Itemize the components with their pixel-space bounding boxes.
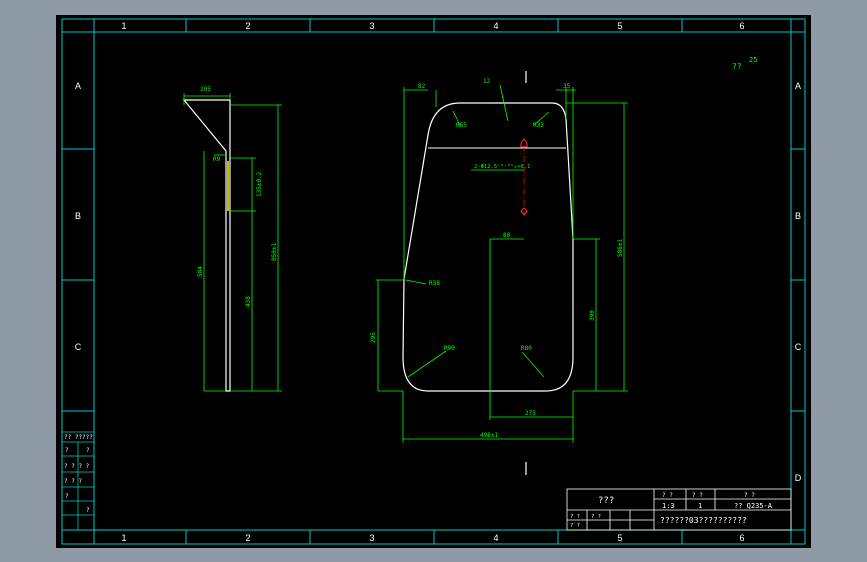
side-dim-top: 105 bbox=[200, 86, 211, 93]
title-block-drawing-title: ??????03?????????? bbox=[660, 516, 747, 525]
col-label-2: 2 bbox=[245, 21, 250, 31]
col-label-5: 5 bbox=[617, 21, 622, 31]
col-label-1: 1 bbox=[121, 21, 126, 31]
left-table-cell-0: ?? ????? bbox=[64, 434, 93, 441]
left-table-cell-6: ? bbox=[86, 507, 90, 514]
col-label-4-bottom: 4 bbox=[493, 533, 498, 543]
col-label-5-bottom: 5 bbox=[617, 533, 622, 543]
left-table-cell-5: ? bbox=[65, 493, 69, 500]
row-label-a: A bbox=[75, 81, 81, 91]
title-block: ??? ? ? ? ? ? ? 1:3 1 ?? Q235-A ? ? ? ? … bbox=[566, 488, 792, 531]
col-label-4: 4 bbox=[493, 21, 498, 31]
row-label-c-right: C bbox=[795, 342, 802, 352]
title-block-header-3: ? ? bbox=[744, 492, 755, 499]
row-label-d-right: D bbox=[795, 473, 802, 483]
front-dim-right-total: 586±1 bbox=[617, 239, 624, 257]
row-label-b: B bbox=[75, 211, 81, 221]
col-label-2-bottom: 2 bbox=[245, 533, 250, 543]
drawing-sheet: 1 2 3 4 5 6 1 2 3 4 5 6 A B C A B C D ??… bbox=[56, 15, 811, 548]
front-hole-spec: 2-Φ12.5⁺⁰·⁰⁵₀×0.1 bbox=[474, 163, 530, 170]
front-dim-left-height: 295 bbox=[370, 332, 377, 343]
front-dim-top-right: 35 bbox=[563, 83, 571, 90]
side-dim-left: 584 bbox=[197, 266, 204, 277]
front-dim-bottom-total: 498±1 bbox=[480, 432, 498, 439]
row-label-c: C bbox=[75, 342, 82, 352]
title-block-row-label-1: ? ? bbox=[570, 514, 580, 520]
front-radius-side: R38 bbox=[429, 280, 440, 287]
title-block-material: ?? Q235-A bbox=[734, 502, 773, 510]
side-dim-lower: 438 bbox=[245, 296, 252, 307]
title-block-quantity: 1 bbox=[698, 502, 702, 510]
col-label-1-bottom: 1 bbox=[121, 533, 126, 543]
left-table-cell-3: ? ? ? ? bbox=[64, 463, 90, 470]
front-radius-bottom-right: R80 bbox=[521, 345, 532, 352]
side-dim-radius: R9 bbox=[213, 156, 221, 163]
cad-drawing: 1 2 3 4 5 6 1 2 3 4 5 6 A B C A B C D ??… bbox=[61, 18, 806, 545]
front-dim-top-center: 12 bbox=[483, 78, 491, 85]
row-label-a-right: A bbox=[795, 81, 801, 91]
left-table-cell-2: ? bbox=[86, 447, 90, 454]
title-block-name: ??? bbox=[598, 496, 614, 506]
side-dim-total: 850±1 bbox=[271, 243, 278, 261]
title-block-header-1: ? ? bbox=[662, 492, 673, 499]
front-view: 82 12 35 R65 R33 2-Φ12.5⁺⁰·⁰⁵₀×0.1 80 R3… bbox=[370, 71, 628, 475]
left-table-cell-1: ? bbox=[65, 447, 69, 454]
title-block-scale: 1:3 bbox=[662, 502, 675, 510]
inner-border bbox=[93, 31, 792, 531]
front-radius-top-left: R65 bbox=[456, 122, 467, 129]
side-dim-slot: 135±0.2 bbox=[256, 171, 263, 197]
title-block-row-label-3: ? ? bbox=[570, 523, 580, 529]
front-dim-hole-offset: 80 bbox=[503, 232, 511, 239]
row-label-b-right: B bbox=[795, 211, 801, 221]
col-label-3-bottom: 3 bbox=[369, 533, 374, 543]
surface-symbol: ?? bbox=[732, 62, 742, 71]
side-view: 105 R9 135±0.2 850±1 584 438 bbox=[182, 86, 282, 392]
front-radius-bottom-left: R90 bbox=[444, 345, 455, 352]
left-table-cell-4: ? ? ? bbox=[64, 478, 82, 485]
front-dim-bottom-inner: 275 bbox=[525, 410, 536, 417]
front-dim-top-left: 82 bbox=[418, 83, 426, 90]
col-label-3: 3 bbox=[369, 21, 374, 31]
col-label-6: 6 bbox=[739, 21, 744, 31]
front-radius-top-right: R33 bbox=[533, 122, 544, 129]
title-block-row-label-2: ? ? bbox=[591, 514, 601, 520]
col-label-6-bottom: 6 bbox=[739, 533, 744, 543]
left-table: ?? ????? ? ? ? ? ? ? ? ? ? ? ? bbox=[61, 410, 95, 531]
front-dim-right-inner: 390 bbox=[589, 310, 596, 321]
surface-value: 25 bbox=[749, 56, 757, 64]
title-block-header-2: ? ? bbox=[692, 492, 703, 499]
